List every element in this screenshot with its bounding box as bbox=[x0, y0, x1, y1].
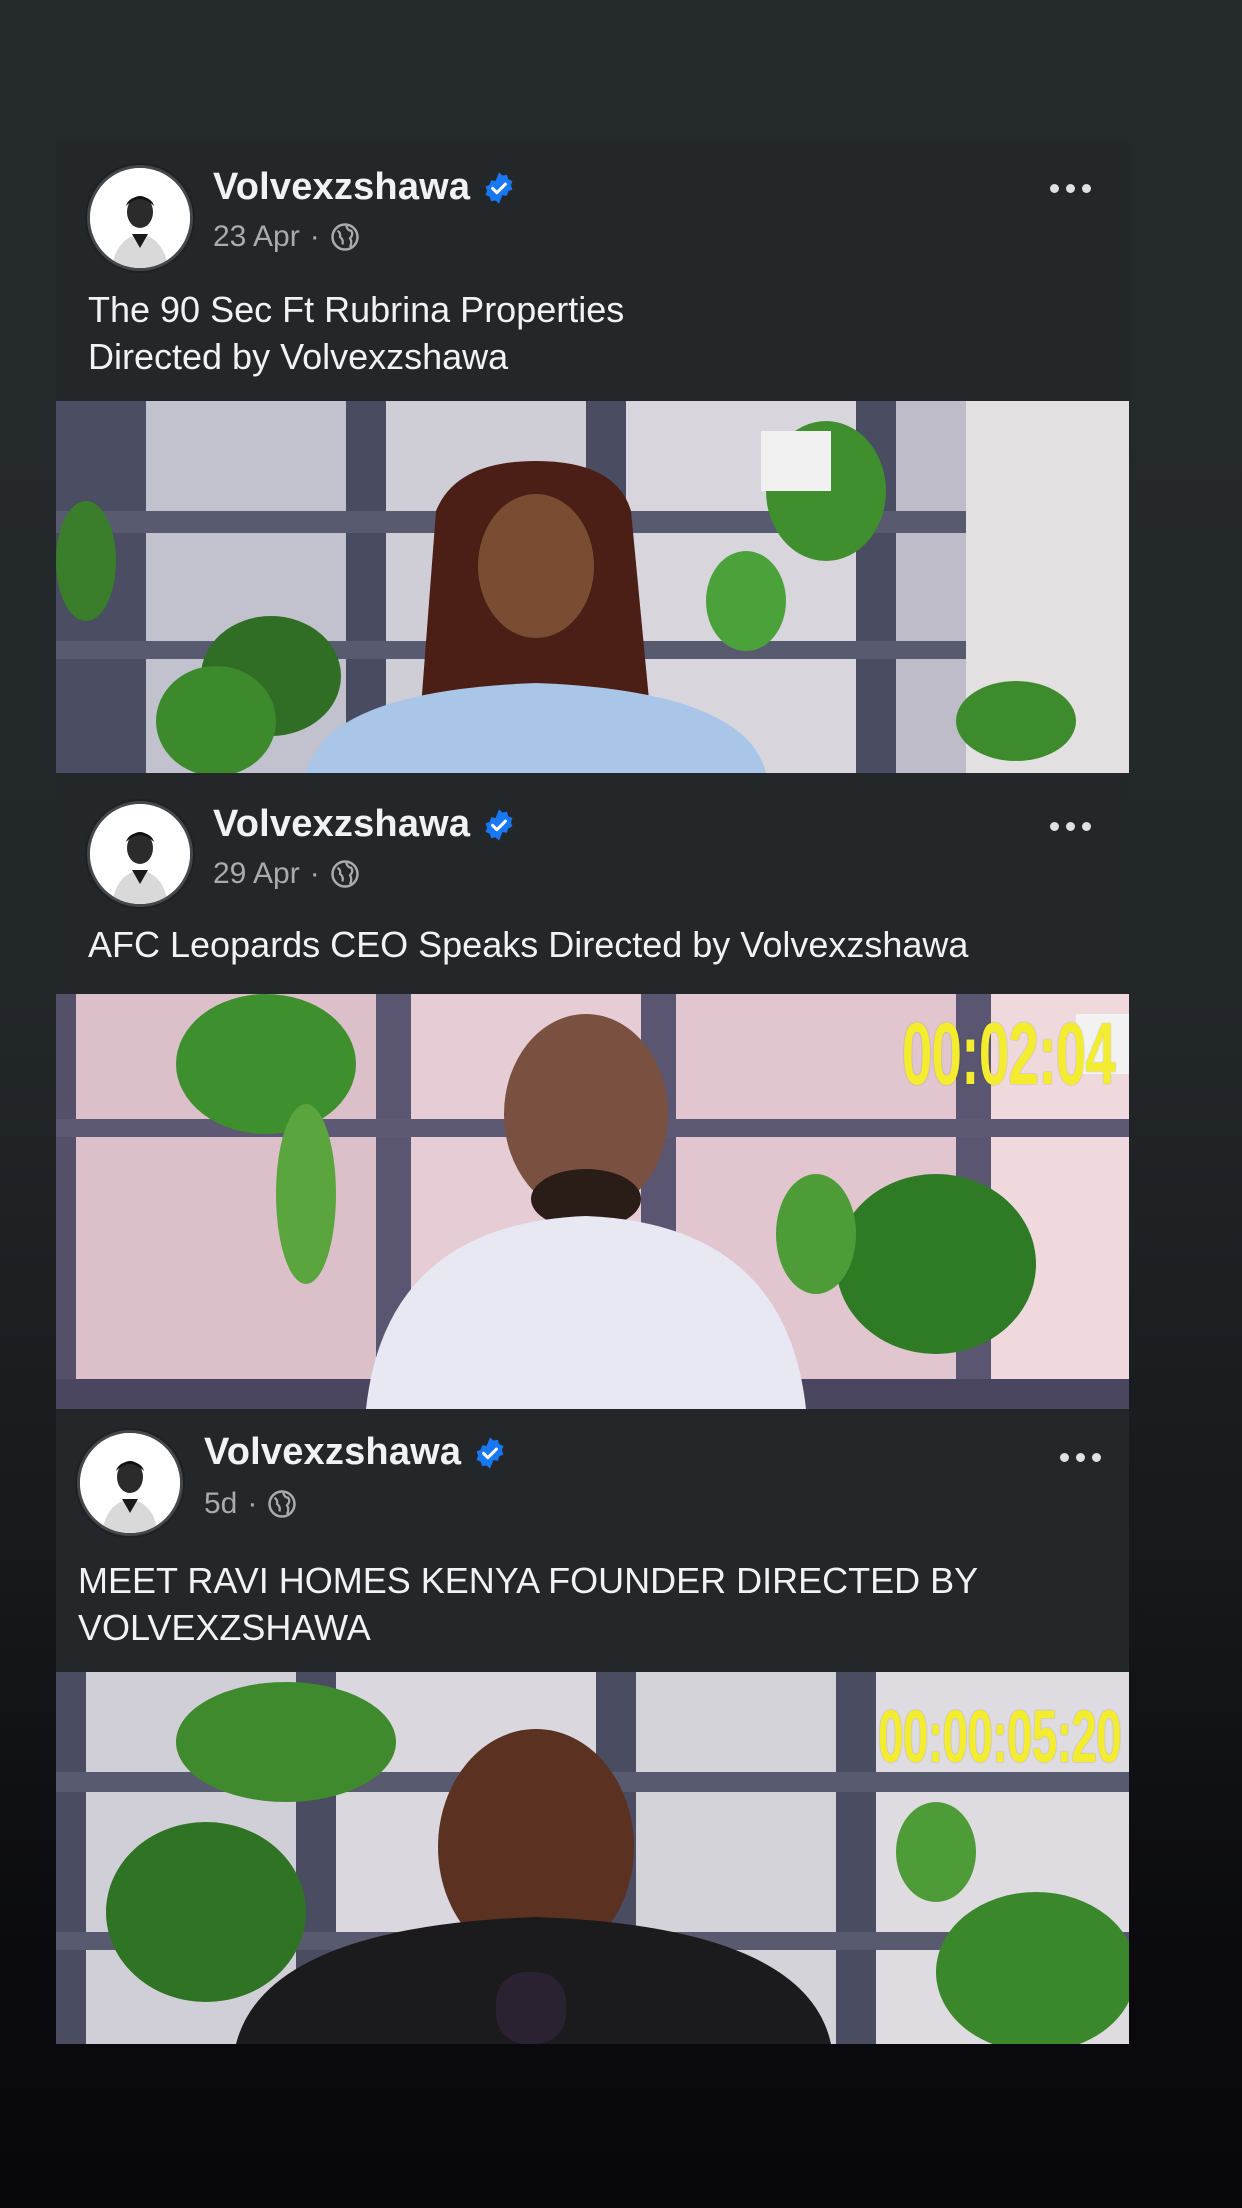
post-date[interactable]: 29 Apr bbox=[213, 857, 300, 891]
author-name[interactable]: Volvexzshawa bbox=[204, 1431, 461, 1474]
meta-separator: · bbox=[309, 220, 320, 253]
author-row: Volvexzshawa bbox=[213, 803, 516, 846]
more-options-icon[interactable] bbox=[1060, 1453, 1101, 1462]
author-row: Volvexzshawa bbox=[213, 166, 516, 209]
more-options-icon[interactable] bbox=[1050, 822, 1091, 831]
avatar-portrait-icon bbox=[90, 804, 190, 904]
post-meta: 29 Apr · bbox=[213, 857, 360, 891]
avatar-portrait-icon bbox=[90, 168, 190, 268]
post-header: Volvexzshawa 29 Apr · AFC Leopards CEO S… bbox=[56, 773, 1129, 994]
post-video[interactable] bbox=[56, 401, 1129, 773]
post-caption: MEET RAVI HOMES KENYA FOUNDER DIRECTED B… bbox=[78, 1560, 979, 1648]
post-date[interactable]: 23 Apr bbox=[213, 220, 300, 254]
post-caption: The 90 Sec Ft Rubrina Properties Directe… bbox=[88, 289, 625, 377]
more-options-icon[interactable] bbox=[1050, 184, 1091, 193]
post-date[interactable]: 5d bbox=[204, 1487, 237, 1521]
verified-badge-icon bbox=[482, 171, 516, 205]
verified-badge-icon bbox=[482, 808, 516, 842]
post-video[interactable]: 00:00:05:20 bbox=[56, 1672, 1129, 2044]
post-meta: 5d · bbox=[204, 1487, 297, 1521]
author-avatar[interactable] bbox=[80, 1433, 180, 1533]
feed: Volvexzshawa 23 Apr · The 90 Sec Ft Rubr… bbox=[56, 140, 1129, 2044]
video-timecode: 00:00:05:20 bbox=[877, 1695, 1122, 1778]
avatar-portrait-icon bbox=[80, 1433, 180, 1533]
video-thumbnail bbox=[56, 401, 1129, 773]
post-caption: AFC Leopards CEO Speaks Directed by Volv… bbox=[88, 924, 969, 965]
author-avatar[interactable] bbox=[90, 168, 190, 268]
meta-separator: · bbox=[247, 1487, 258, 1520]
globe-icon bbox=[267, 1489, 297, 1519]
meta-separator: · bbox=[309, 857, 320, 890]
post-header: Volvexzshawa 23 Apr · The 90 Sec Ft Rubr… bbox=[56, 140, 1129, 401]
video-timecode: 00:02:04 bbox=[901, 1004, 1116, 1103]
globe-icon bbox=[330, 222, 360, 252]
globe-icon bbox=[330, 859, 360, 889]
post-meta: 23 Apr · bbox=[213, 220, 360, 254]
author-avatar[interactable] bbox=[90, 804, 190, 904]
author-row: Volvexzshawa bbox=[204, 1431, 507, 1474]
post-header: Volvexzshawa 5d · MEET RAVI HOMES KENYA … bbox=[56, 1409, 1129, 1672]
author-name[interactable]: Volvexzshawa bbox=[213, 803, 470, 846]
verified-badge-icon bbox=[473, 1436, 507, 1470]
author-name[interactable]: Volvexzshawa bbox=[213, 166, 470, 209]
post-video[interactable]: 00:02:04 bbox=[56, 994, 1129, 1409]
